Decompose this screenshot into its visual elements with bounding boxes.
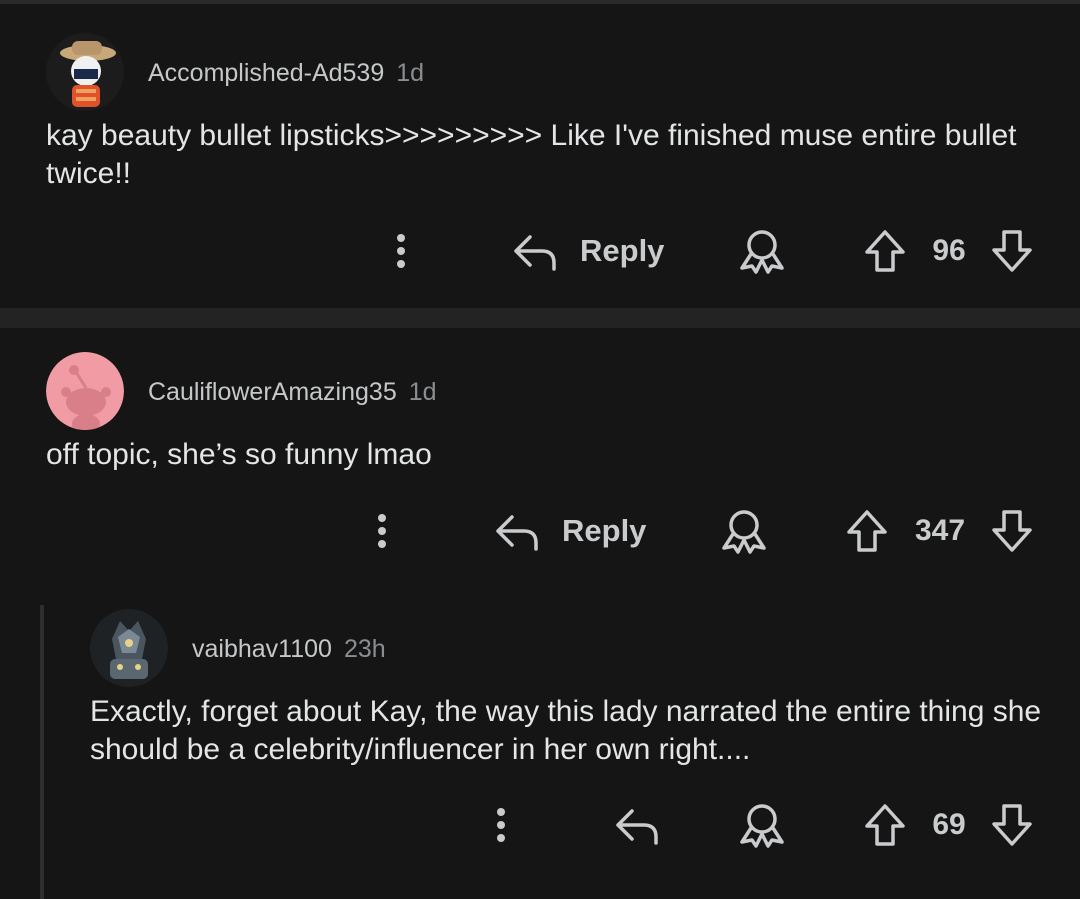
more-options-icon[interactable] <box>389 226 413 276</box>
reply-arrow-icon <box>514 235 556 271</box>
avatar[interactable] <box>46 352 124 430</box>
reply-arrow-icon <box>496 515 538 551</box>
comment-text: Exactly, forget about Kay, the way this … <box>90 695 1042 766</box>
more-options-icon[interactable] <box>489 800 513 850</box>
reply-label: Reply <box>580 233 665 268</box>
thread-line[interactable] <box>40 605 44 899</box>
username[interactable]: Accomplished-Ad539 <box>148 59 384 87</box>
vote-score: 347 <box>914 514 966 547</box>
vote-score: 96 <box>932 234 966 267</box>
reply-arrow-icon <box>616 809 658 845</box>
avatar[interactable] <box>46 33 124 111</box>
award-icon[interactable] <box>738 226 786 276</box>
reply-label: Reply <box>562 513 647 548</box>
upvote-icon[interactable] <box>846 506 888 556</box>
username[interactable]: vaibhav1100 <box>192 635 332 663</box>
timestamp: 1d <box>396 59 425 87</box>
upvote-icon[interactable] <box>864 226 906 276</box>
vote-score: 69 <box>932 808 966 841</box>
upvote-icon[interactable] <box>864 800 906 850</box>
top-divider <box>0 0 1080 4</box>
comment-text: off topic, she’s so funny lmao <box>46 438 432 471</box>
comment-actions: Reply 96 <box>0 226 1080 276</box>
timestamp: 1d <box>408 378 437 406</box>
award-icon[interactable] <box>720 506 768 556</box>
timestamp: 23h <box>343 635 386 663</box>
downvote-icon[interactable] <box>991 506 1033 556</box>
more-options-icon[interactable] <box>370 506 394 556</box>
reply-button[interactable]: Reply <box>512 226 664 276</box>
comment-meta: CauliflowerAmazing35 1d <box>148 378 437 407</box>
comment-meta: vaibhav1100 23h <box>192 635 386 664</box>
award-icon[interactable] <box>738 800 786 850</box>
comment-actions: 69 <box>0 800 1080 850</box>
username[interactable]: CauliflowerAmazing35 <box>148 378 397 406</box>
downvote-icon[interactable] <box>991 800 1033 850</box>
reply-button[interactable]: Reply <box>494 506 646 556</box>
comment-actions: Reply 347 <box>0 506 1080 556</box>
downvote-icon[interactable] <box>991 226 1033 276</box>
reply-button[interactable] <box>614 800 660 850</box>
avatar[interactable] <box>90 609 168 687</box>
comment-meta: Accomplished-Ad539 1d <box>148 59 424 88</box>
comment-text: kay beauty bullet lipsticks>>>>>>>>> Lik… <box>46 119 1017 190</box>
comment-separator <box>0 308 1080 328</box>
